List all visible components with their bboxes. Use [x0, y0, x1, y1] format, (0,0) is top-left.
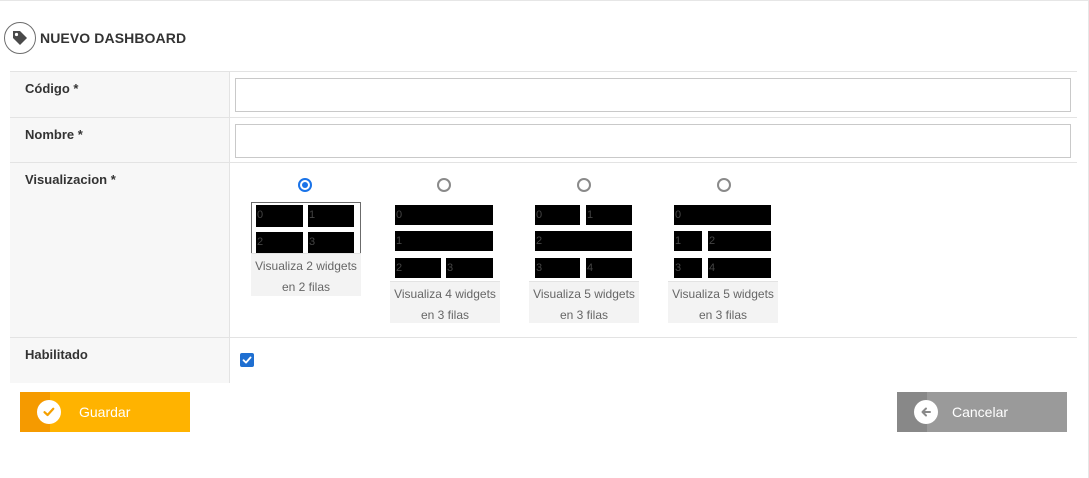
save-button-icon-area	[20, 392, 61, 432]
widget-cell: 4	[586, 258, 632, 278]
widget-cell: 2	[535, 231, 632, 251]
widget-cell: 3	[308, 232, 354, 254]
widget-cell: 0	[674, 205, 771, 225]
page-title: NUEVO DASHBOARD	[40, 30, 187, 46]
habilitado-field-cell	[230, 338, 1077, 383]
viz-caption-line2: en 2 filas	[281, 280, 331, 294]
viz-preview-1[interactable]: 0 1 2 3	[390, 204, 500, 284]
viz-caption-line2: en 3 filas	[698, 308, 748, 322]
cancel-button-label: Cancelar	[952, 404, 1009, 420]
widget-cell: 0	[256, 205, 303, 227]
cancel-button-icon-area	[897, 392, 938, 432]
codigo-row: Código *	[10, 71, 1077, 117]
nombre-row: Nombre *	[10, 117, 1077, 162]
visualizacion-label: Visualizacion *	[10, 163, 230, 337]
codigo-label: Código *	[10, 72, 230, 117]
viz-caption-line1: Visualiza 2 widgets	[255, 259, 357, 273]
viz-preview-2[interactable]: 0 1 2 3 4	[529, 204, 639, 284]
widget-cell: 1	[395, 231, 493, 251]
viz-caption-line1: Visualiza 5 widgets	[672, 287, 774, 301]
widget-cell: 3	[446, 258, 493, 278]
viz-caption-3: Visualiza 5 widgets en 3 filas	[668, 281, 778, 323]
viz-preview-3[interactable]: 0 1 2 3 4	[668, 204, 778, 284]
nombre-input[interactable]	[235, 124, 1071, 158]
widget-cell: 3	[535, 258, 580, 278]
viz-caption-line2: en 3 filas	[559, 308, 609, 322]
top-divider	[0, 0, 1089, 1]
widget-cell: 2	[708, 231, 771, 251]
widget-cell: 2	[395, 258, 441, 278]
tag-icon	[4, 22, 36, 54]
viz-radio-2[interactable]	[577, 178, 591, 192]
widget-cell: 0	[535, 205, 580, 225]
viz-radio-0[interactable]	[298, 178, 312, 192]
viz-radio-3[interactable]	[717, 178, 731, 192]
viz-caption-line1: Visualiza 4 widgets	[394, 287, 496, 301]
widget-cell: 4	[708, 258, 771, 278]
widget-cell: 0	[395, 205, 493, 225]
cancel-button[interactable]: Cancelar	[897, 392, 1067, 432]
widget-cell: 1	[308, 205, 354, 227]
viz-radio-1[interactable]	[437, 178, 451, 192]
viz-caption-line1: Visualiza 5 widgets	[533, 287, 635, 301]
viz-caption-0: Visualiza 2 widgets en 2 filas	[251, 253, 361, 296]
widget-cell: 1	[674, 231, 702, 251]
dashboard-form: Código * Nombre * Visualizacion * 0 1 2 …	[10, 71, 1077, 383]
widget-cell: 3	[674, 258, 702, 278]
habilitado-row: Habilitado	[10, 337, 1077, 383]
check-icon	[37, 400, 61, 424]
nombre-label: Nombre *	[10, 118, 230, 162]
checkmark-icon	[242, 356, 252, 364]
visualizacion-options: 0 1 2 3 Visualiza 2 widgets en 2 filas 0	[230, 163, 1077, 337]
save-button-label: Guardar	[79, 404, 131, 420]
arrow-left-icon	[914, 400, 938, 424]
visualizacion-row: Visualizacion * 0 1 2 3 Visualiza 2 widg…	[10, 162, 1077, 337]
viz-caption-2: Visualiza 5 widgets en 3 filas	[529, 281, 639, 323]
habilitado-label: Habilitado	[10, 338, 230, 383]
viz-caption-line2: en 3 filas	[420, 308, 470, 322]
viz-caption-1: Visualiza 4 widgets en 3 filas	[390, 281, 500, 323]
codigo-input[interactable]	[235, 78, 1071, 112]
page-header: NUEVO DASHBOARD	[4, 22, 186, 54]
widget-cell: 1	[586, 205, 632, 225]
habilitado-checkbox[interactable]	[240, 353, 254, 367]
visualizacion-field-cell: 0 1 2 3 Visualiza 2 widgets en 2 filas 0	[230, 163, 1077, 337]
save-button[interactable]: Guardar	[20, 392, 190, 432]
codigo-field-cell	[230, 72, 1077, 117]
widget-cell: 2	[256, 232, 303, 254]
nombre-field-cell	[230, 118, 1077, 162]
